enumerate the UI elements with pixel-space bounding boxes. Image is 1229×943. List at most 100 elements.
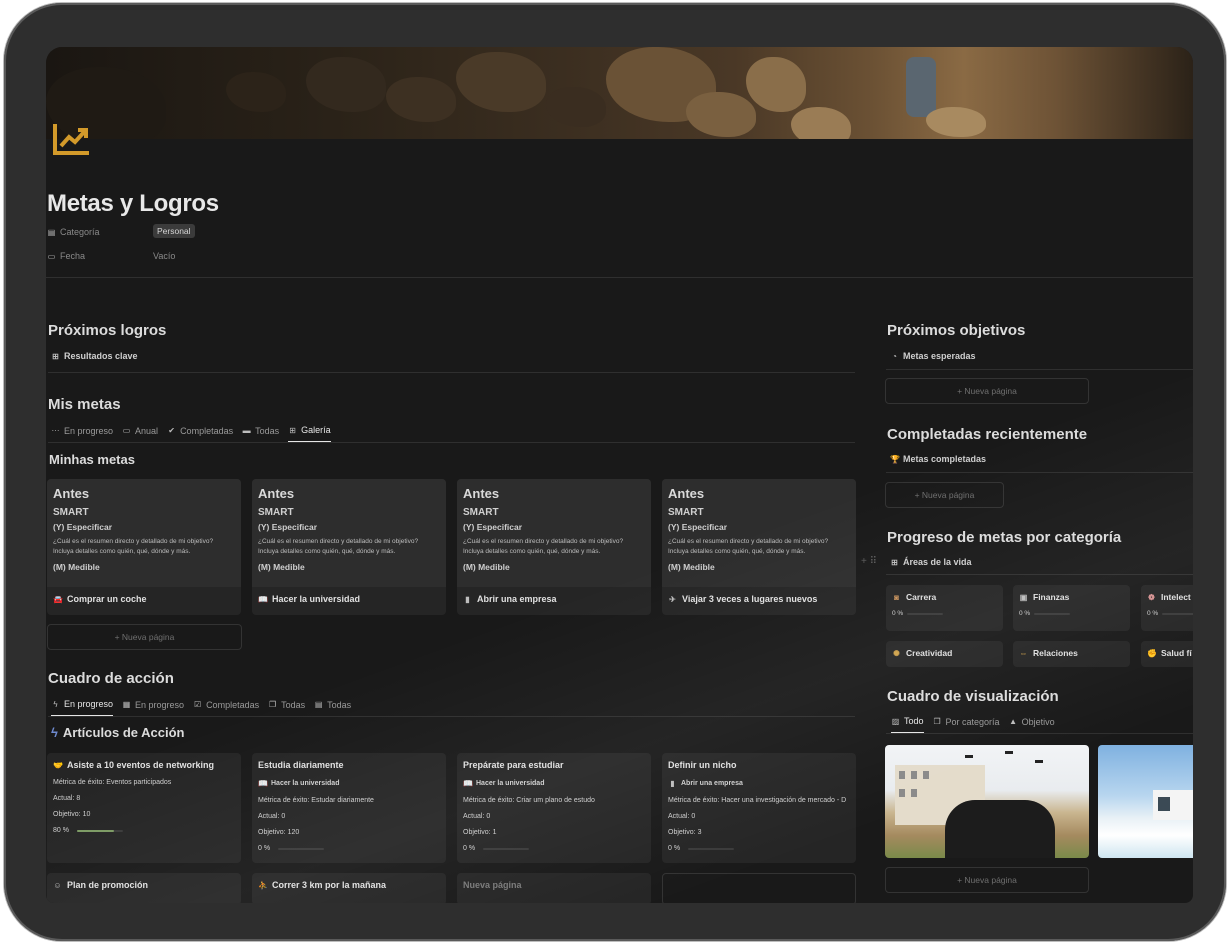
- progress-bar: [483, 847, 530, 850]
- drag-handle-icon[interactable]: + ⠿: [861, 556, 877, 567]
- gallery-card[interactable]: Antes SMART (Y) Especificar ¿Cuál es el …: [252, 479, 446, 615]
- clock-icon: ◔: [892, 351, 897, 361]
- gallery-card[interactable]: Antes SMART (Y) Especificar ¿Cuál es el …: [662, 479, 856, 615]
- tab-todas[interactable]: ▬ Todas: [242, 426, 280, 442]
- divider: [886, 733, 1193, 734]
- handshake-icon: 🤝: [53, 760, 63, 770]
- progress-bar: [688, 847, 735, 850]
- action-card[interactable]: Nueva página: [457, 873, 651, 903]
- tab-todas[interactable]: ❐ Todas: [268, 700, 305, 716]
- cover-image: [46, 47, 1193, 139]
- category-icon: ▤: [47, 227, 56, 237]
- graduation-photo[interactable]: [885, 745, 1089, 858]
- calendar-icon: ▭: [47, 251, 56, 261]
- card-title: Comprar un coche: [67, 594, 147, 604]
- tab-en-progreso[interactable]: ··· En progreso: [51, 426, 114, 442]
- card-preview: Antes SMART (Y) Especificar ¿Cuál es el …: [47, 479, 241, 587]
- new-page-button[interactable]: + Nueva página: [885, 867, 1089, 893]
- divider: [48, 372, 855, 373]
- category-card[interactable]: ✊ Salud fí: [1141, 641, 1193, 667]
- tab-completadas[interactable]: ✔ Completadas: [167, 426, 233, 442]
- house-photo[interactable]: [1098, 745, 1193, 858]
- action-card[interactable]: 🤝 Asiste a 10 eventos de networking Métri…: [47, 753, 241, 863]
- category-card[interactable]: ❁ Intelect 0 %: [1141, 585, 1193, 631]
- gallery-icon: ⊞: [891, 557, 898, 567]
- card-preview: Antes SMART (Y) Especificar ¿Cuál es el …: [252, 479, 446, 587]
- tab-todo[interactable]: ▨ Todo: [891, 716, 924, 733]
- folder-icon: ▬: [242, 426, 251, 435]
- divider: [46, 277, 1193, 278]
- category-card[interactable]: ▣ Finanzas 0 %: [1013, 585, 1130, 631]
- link-areas-vida[interactable]: ⊞ Áreas de la vida: [890, 557, 971, 567]
- action-card[interactable]: Estudia diariamente 📖 Hacer la universida…: [252, 753, 446, 863]
- gallery-card[interactable]: Antes SMART (Y) Especificar ¿Cuál es el …: [457, 479, 651, 615]
- action-card[interactable]: ⛹ Correr 3 km por la mañana: [252, 873, 446, 903]
- property-category-value[interactable]: Personal: [153, 224, 195, 238]
- checkbox-icon: ☑: [193, 700, 202, 709]
- tab-completadas[interactable]: ☑ Completadas: [193, 700, 259, 716]
- category-card[interactable]: ✺ Creatividad: [886, 641, 1003, 667]
- pages-icon: ❐: [933, 717, 941, 726]
- new-page-button[interactable]: + Nueva página: [47, 624, 242, 650]
- card-title: Abrir una empresa: [477, 594, 557, 604]
- tab-anual[interactable]: ▭ Anual: [122, 426, 158, 442]
- progress-bar: [278, 847, 325, 850]
- mis-metas-tabs: ··· En progreso ▭ Anual ✔ Completadas ▬ Toda…: [51, 425, 331, 442]
- category-card[interactable]: ◙ Carrera 0 %: [886, 585, 1003, 631]
- new-page-button[interactable]: + Nueva página: [885, 482, 1004, 508]
- action-card-empty[interactable]: [662, 873, 856, 903]
- brain-icon: ❁: [1148, 592, 1155, 602]
- gallery-card[interactable]: Antes SMART (Y) Especificar ¿Cuál es el …: [47, 479, 241, 615]
- tab-galeria[interactable]: ⊞ Galería: [288, 425, 331, 442]
- tab-objetivo[interactable]: ▲ Objetivo: [1009, 717, 1055, 733]
- tab-en-progreso-board[interactable]: ▦ En progreso: [122, 700, 184, 716]
- tab-por-categoria[interactable]: ❐ Por categoría: [933, 717, 999, 733]
- bolt-icon: ϟ: [51, 725, 58, 740]
- briefcase-icon: ◙: [894, 592, 899, 602]
- progress-bar: [1162, 612, 1193, 615]
- card-title: Hacer la universidad: [272, 594, 361, 604]
- runner-icon: ⛹: [258, 880, 268, 890]
- property-date-value[interactable]: Vacío: [153, 251, 175, 261]
- divider: [48, 442, 855, 443]
- smiley-icon: ☺: [53, 880, 62, 890]
- visualizacion-tabs: ▨ Todo ❐ Por categoría ▲ Objetivo: [891, 716, 1055, 733]
- bolt-icon: ϟ: [53, 699, 58, 709]
- category-card[interactable]: ⇔ Relaciones: [1013, 641, 1130, 667]
- book-icon: 📖: [258, 594, 268, 604]
- book-icon: 📖: [463, 779, 473, 788]
- bar-chart-icon: ▮: [465, 594, 470, 604]
- cuadro-accion-tabs: ϟ En progreso ▦ En progreso ☑ Completadas ❐…: [51, 699, 351, 716]
- progress-bar: [1034, 612, 1071, 615]
- progress-bar: [907, 612, 944, 615]
- mountain-icon: ▲: [1009, 717, 1018, 726]
- money-icon: ▣: [1019, 592, 1028, 602]
- action-card[interactable]: Prepárate para estudiar 📖 Hacer la univer…: [457, 753, 651, 863]
- action-card[interactable]: Definir un nicho ▮ Abrir una empresa Métr…: [662, 753, 856, 863]
- action-card[interactable]: ☺ Plan de promoción: [47, 873, 241, 903]
- tab-todas-table[interactable]: ▤ Todas: [314, 700, 351, 716]
- palette-icon: ✺: [893, 648, 900, 658]
- link-metas-completadas[interactable]: 🏆 Metas completadas: [890, 454, 986, 464]
- board-icon: ▦: [122, 700, 131, 709]
- section-title-proximos-objetivos: Próximos objetivos: [887, 322, 1026, 339]
- progress-bar: [76, 829, 123, 832]
- link-resultados-clave[interactable]: ⊞ Resultados clave: [51, 351, 138, 361]
- airplane-icon: ✈: [669, 594, 676, 604]
- pages-icon: ❐: [269, 700, 277, 709]
- gallery-icon: ⊞: [52, 351, 59, 361]
- handshake-icon: ⇔: [1019, 648, 1028, 658]
- link-metas-esperadas[interactable]: ◔ Metas esperadas: [890, 351, 975, 361]
- card-preview: Antes SMART (Y) Especificar ¿Cuál es el …: [662, 479, 856, 587]
- car-icon: 🚘: [53, 594, 63, 604]
- link-label: Resultados clave: [64, 351, 138, 361]
- new-page-button[interactable]: + Nueva página: [885, 378, 1089, 404]
- card-title: Viajar 3 veces a lugares nuevos: [682, 594, 818, 604]
- card-preview: Antes SMART (Y) Especificar ¿Cuál es el …: [457, 479, 651, 587]
- trending-up-icon: [53, 124, 89, 155]
- board-title: ϟ Artículos de Acción: [51, 725, 185, 740]
- gallery-icon: ⊞: [289, 425, 296, 435]
- page-title: Metas y Logros: [47, 190, 219, 217]
- tab-en-progreso[interactable]: ϟ En progreso: [51, 699, 114, 716]
- bar-chart-icon: ▮: [670, 779, 675, 788]
